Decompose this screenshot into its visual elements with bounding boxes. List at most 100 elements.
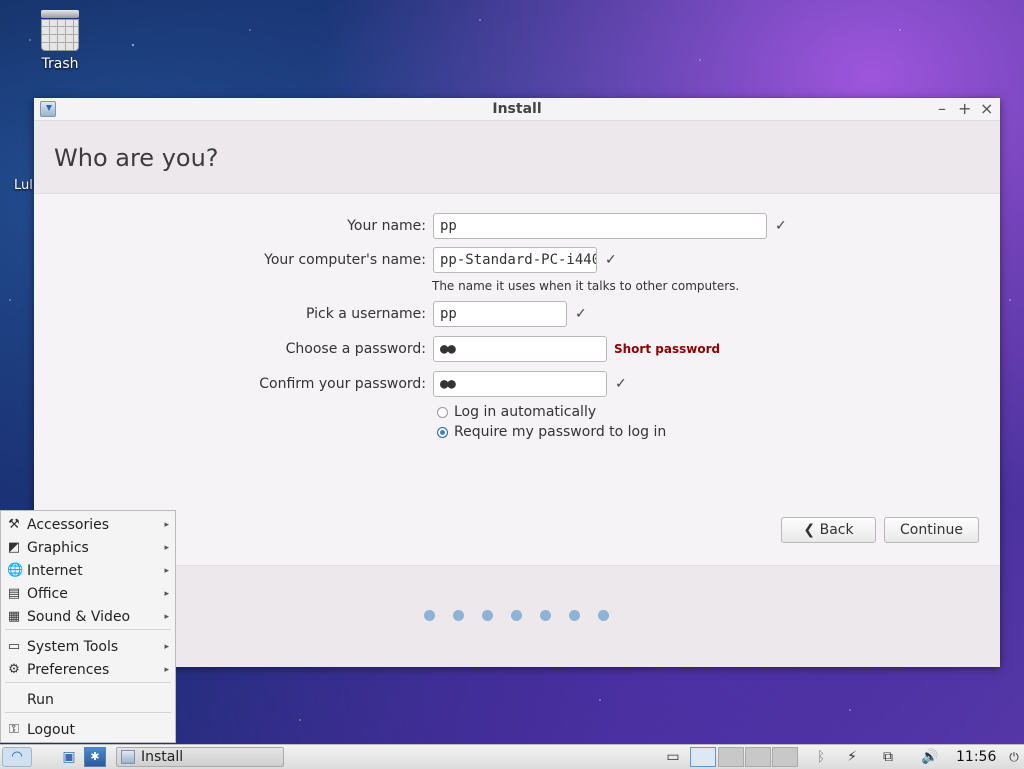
login-automatically-option[interactable]: Log in automatically <box>437 404 596 420</box>
menu-item-label: Preferences <box>27 662 110 678</box>
start-menu: ⚒ Accessories ▸ ◩ Graphics ▸ 🌐 Internet ▸ ▤ Office… <box>0 510 176 743</box>
preferences-icon: ⚙ <box>8 662 20 677</box>
graphics-icon: ◩ <box>7 540 21 555</box>
menu-item[interactable]: ▤ Office ▸ <box>1 583 177 605</box>
continue-button[interactable]: Continue <box>884 517 979 543</box>
workspace-4[interactable] <box>772 747 798 767</box>
progress-dot <box>598 610 609 621</box>
menu-item-label: Run <box>27 692 54 708</box>
desktop-partial-label: Lul <box>14 178 33 193</box>
page-title: Who are you? <box>54 144 219 172</box>
bluetooth-icon[interactable]: ᛒ <box>812 747 830 767</box>
menu-item-label: Logout <box>27 722 75 738</box>
name-input[interactable]: pp <box>433 213 767 239</box>
menu-item-label: Sound & Video <box>27 609 131 625</box>
progress-dot <box>482 610 493 621</box>
name-valid-check-icon: ✓ <box>775 218 787 234</box>
window-title: Install <box>492 101 542 117</box>
menu-separator <box>5 682 171 683</box>
desktop-trash[interactable]: Trash <box>28 10 92 72</box>
progress-dot <box>511 610 522 621</box>
power-off-icon[interactable]: ⏻ <box>1006 747 1022 767</box>
menu-item[interactable]: ▦ Sound & Video ▸ <box>1 606 177 628</box>
system-tools-icon: ▭ <box>7 639 21 654</box>
network-icon[interactable]: ⧉ <box>876 747 900 767</box>
confirm-password-label: Confirm your password: <box>259 376 426 392</box>
username-input[interactable]: pp <box>433 301 567 327</box>
menu-item[interactable]: ⚒ Accessories ▸ <box>1 514 177 536</box>
workspace-3[interactable] <box>745 747 771 767</box>
back-button[interactable]: ❮ Back <box>781 517 876 543</box>
confirm-password-valid-check-icon: ✓ <box>615 376 627 392</box>
menu-item[interactable]: ▭ System Tools ▸ <box>1 636 177 658</box>
computer-name-hint: The name it uses when it talks to other … <box>432 279 740 293</box>
titlebar[interactable]: Install – + × <box>34 98 1000 121</box>
file-manager-launcher[interactable]: ▣ <box>58 747 80 767</box>
taskbar: ◠ ▣ ✱ Install ▭ ᛒ ⚡ ⧉ 🔊 11:56 ⏻ <box>0 744 1024 769</box>
trash-label: Trash <box>41 56 79 72</box>
require-password-label: Require my password to log in <box>454 424 667 440</box>
installer-window: Install – + × Who are you? Your name: pp… <box>34 98 1000 667</box>
menu-item[interactable]: ◩ Graphics ▸ <box>1 537 177 559</box>
menu-item[interactable]: ⚙ Preferences ▸ <box>1 659 177 681</box>
menu-separator <box>5 629 171 630</box>
volume-icon[interactable]: 🔊 <box>916 747 944 767</box>
username-valid-check-icon: ✓ <box>575 306 587 322</box>
sound-video-icon: ▦ <box>7 609 21 624</box>
trash-icon <box>41 10 79 51</box>
installer-task-icon <box>121 750 135 764</box>
menu-item[interactable]: Run <box>1 689 177 711</box>
office-icon: ▤ <box>7 586 21 601</box>
computer-name-input[interactable]: pp-Standard-PC-i440FX <box>433 247 597 273</box>
password-strength-warning: Short password <box>614 342 721 356</box>
start-menu-button[interactable]: ◠ <box>2 747 32 767</box>
menu-separator <box>5 712 171 713</box>
submenu-arrow-icon: ▸ <box>164 566 169 576</box>
power-icon[interactable]: ⚡ <box>840 747 864 767</box>
logout-icon: ⚿ <box>9 722 19 737</box>
computer-name-label: Your computer's name: <box>264 252 426 268</box>
menu-item-label: Office <box>27 586 68 602</box>
progress-dot <box>424 610 435 621</box>
menu-item[interactable]: 🌐 Internet ▸ <box>1 560 177 582</box>
internet-icon: 🌐 <box>7 563 24 578</box>
clock[interactable]: 11:56 <box>956 747 996 767</box>
name-label: Your name: <box>347 218 426 234</box>
page-header: Who are you? <box>34 121 1000 194</box>
submenu-arrow-icon: ▸ <box>164 520 169 530</box>
confirm-password-input[interactable]: ●● <box>433 371 607 397</box>
taskbar-task-install[interactable]: Install <box>116 747 284 767</box>
installer-footer <box>34 565 1000 667</box>
step-progress <box>424 610 609 621</box>
taskbar-task-label: Install <box>141 749 184 765</box>
menu-item-label: System Tools <box>27 639 119 655</box>
show-desktop-icon[interactable]: ▭ <box>662 747 684 767</box>
password-label: Choose a password: <box>285 341 426 357</box>
submenu-arrow-icon: ▸ <box>164 543 169 553</box>
lubuntu-logo-icon: ◠ <box>11 749 23 764</box>
menu-item[interactable]: ⚿ Logout <box>1 719 177 741</box>
submenu-arrow-icon: ▸ <box>164 642 169 652</box>
minimize-button[interactable]: – <box>936 99 948 118</box>
radio-selected-icon[interactable] <box>437 426 448 438</box>
progress-dot <box>453 610 464 621</box>
maximize-button[interactable]: + <box>958 99 971 118</box>
gear-app-icon: ✱ <box>90 750 100 763</box>
workspace-1[interactable] <box>690 747 716 767</box>
menu-item-label: Accessories <box>27 517 110 533</box>
workspace-2[interactable] <box>718 747 744 767</box>
progress-dot <box>540 610 551 621</box>
radio-unselected-icon[interactable] <box>437 406 448 418</box>
submenu-arrow-icon: ▸ <box>164 612 169 622</box>
username-label: Pick a username: <box>305 306 426 322</box>
app-launcher[interactable]: ✱ <box>84 747 106 767</box>
require-password-option[interactable]: Require my password to log in <box>437 424 666 440</box>
folder-icon: ▣ <box>62 749 76 765</box>
submenu-arrow-icon: ▸ <box>164 589 169 599</box>
progress-dot <box>569 610 580 621</box>
menu-item-label: Graphics <box>27 540 89 556</box>
password-input[interactable]: ●● <box>433 336 607 362</box>
submenu-arrow-icon: ▸ <box>164 665 169 675</box>
accessories-icon: ⚒ <box>8 517 20 532</box>
close-button[interactable]: × <box>980 99 993 118</box>
